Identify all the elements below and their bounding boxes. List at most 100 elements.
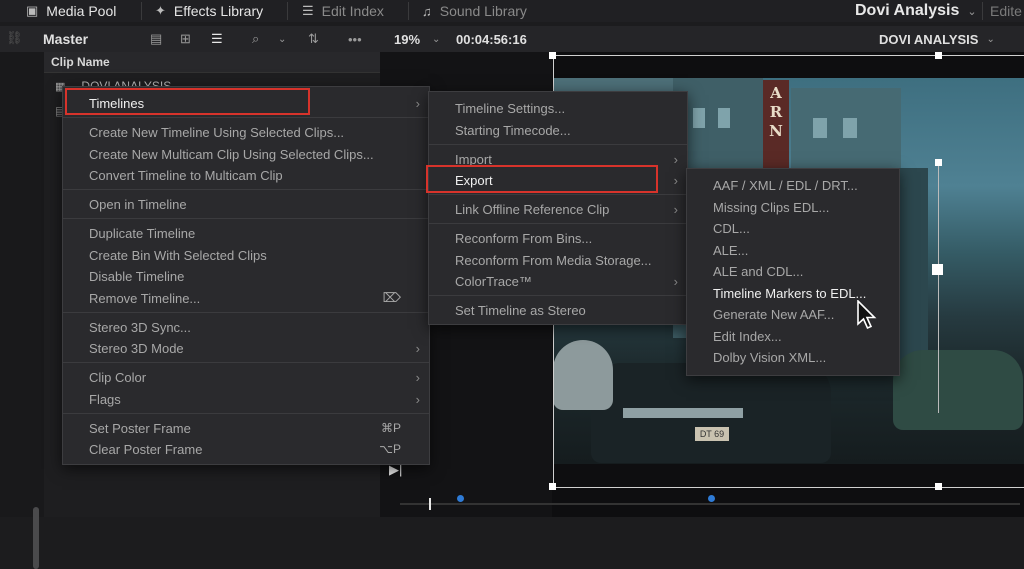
menu-item-label: Clear Poster Frame (89, 441, 203, 457)
playhead[interactable] (429, 498, 431, 510)
window (813, 118, 827, 138)
menu-item-stereo-sync[interactable]: Stereo 3D Sync... (63, 317, 429, 337)
menu-item-convert-multicam[interactable]: Convert Timeline to Multicam Clip (63, 165, 429, 185)
keyboard-shortcut: ⌘P (380, 421, 401, 435)
menu-item-stereo-mode[interactable]: Stereo 3D Mode › (63, 338, 429, 358)
effects-library-tab[interactable]: ✦ Effects Library (155, 0, 263, 22)
menu-item-label: Clip Color (89, 369, 147, 385)
transform-handle[interactable] (935, 483, 942, 490)
edit-index-label: Edit Index (321, 3, 384, 19)
metadata-view-icon[interactable]: ▤ (150, 26, 162, 52)
menu-item-label: Duplicate Timeline (89, 225, 196, 241)
project-name-dropdown[interactable]: Dovi Analysis ⌄ (855, 0, 977, 22)
menu-item-reconform-bins[interactable]: Reconform From Bins... (429, 228, 687, 248)
effects-library-label: Effects Library (173, 3, 264, 19)
chevron-down-icon: ⌄ (432, 33, 441, 45)
window (843, 118, 857, 138)
menu-item-label: Edit Index... (713, 328, 782, 344)
edit-index-tab[interactable]: ☰ Edit Index (302, 0, 384, 22)
timeline-scrubber[interactable] (400, 503, 1020, 505)
menu-item-clear-poster-frame[interactable]: Clear Poster Frame ⌥P (63, 439, 429, 459)
car-bumper (623, 408, 743, 418)
thumbnail-view-icon[interactable]: ⊞ (180, 26, 191, 52)
menu-separator (429, 223, 687, 224)
menu-item-label: Generate New AAF... (713, 306, 835, 322)
menu-item-ale[interactable]: ALE... (687, 240, 899, 260)
menu-item-set-poster-frame[interactable]: Set Poster Frame ⌘P (63, 418, 429, 438)
link-icon[interactable]: ⛓ (6, 30, 23, 46)
menu-item-remove-timeline[interactable]: Remove Timeline... ⌦ (63, 288, 429, 308)
search-icon[interactable]: ⌕ (252, 26, 259, 52)
menu-item-colortrace[interactable]: ColorTrace™ › (429, 271, 687, 291)
clip-name-column-header[interactable]: Clip Name (44, 52, 380, 73)
menu-item-duplicate-timeline[interactable]: Duplicate Timeline (63, 223, 429, 243)
menu-item-set-stereo[interactable]: Set Timeline as Stereo (429, 300, 687, 320)
menu-item-aaf-xml-edl[interactable]: AAF / XML / EDL / DRT... (687, 175, 899, 195)
menu-item-timeline-settings[interactable]: Timeline Settings... (429, 98, 687, 118)
transform-handle[interactable] (549, 483, 556, 490)
menu-item-flags[interactable]: Flags › (63, 389, 429, 409)
transform-handle[interactable] (935, 159, 942, 166)
sign-letter: A (770, 84, 782, 102)
menu-item-label: CDL... (713, 220, 750, 236)
timeline-marker[interactable] (457, 495, 464, 502)
menu-item-label: Missing Clips EDL... (713, 199, 830, 215)
sound-library-tab[interactable]: ♫ Sound Library (422, 0, 527, 22)
more-options-icon[interactable]: ••• (348, 26, 362, 52)
menu-item-label: Link Offline Reference Clip (455, 201, 610, 217)
menu-item-label: Disable Timeline (89, 268, 185, 284)
menu-separator (429, 194, 687, 195)
menu-item-label: Create Bin With Selected Clips (89, 247, 267, 263)
menu-item-create-multicam[interactable]: Create New Multicam Clip Using Selected … (63, 144, 429, 164)
bin-tree-panel (0, 52, 44, 569)
menu-item-disable-timeline[interactable]: Disable Timeline (63, 266, 429, 286)
menu-item-label: ALE and CDL... (713, 263, 804, 279)
divider (982, 2, 983, 20)
menu-item-label: AAF / XML / EDL / DRT... (713, 177, 858, 193)
menu-item-ale-and-cdl[interactable]: ALE and CDL... (687, 261, 899, 281)
menu-item-create-bin[interactable]: Create Bin With Selected Clips (63, 245, 429, 265)
chevron-right-icon: › (415, 391, 420, 407)
menu-item-dolby-vision-xml[interactable]: Dolby Vision XML... (687, 347, 899, 367)
menu-item-missing-clips-edl[interactable]: Missing Clips EDL... (687, 197, 899, 217)
menu-item-label: ColorTrace™ (455, 273, 532, 289)
effects-wand-icon: ✦ (155, 3, 166, 18)
menu-item-label: Create New Multicam Clip Using Selected … (89, 146, 374, 162)
menu-separator (63, 362, 429, 363)
list-icon: ☰ (302, 3, 314, 18)
menu-item-label: ALE... (713, 242, 749, 258)
column-header-label: Clip Name (51, 55, 110, 69)
media-pool-label: Media Pool (46, 3, 117, 19)
menu-item-link-offline-reference[interactable]: Link Offline Reference Clip › (429, 199, 687, 219)
menu-item-open-in-timeline[interactable]: Open in Timeline (63, 194, 429, 214)
window (693, 108, 705, 128)
license-plate: DT 69 (695, 427, 729, 441)
transform-handle[interactable] (935, 52, 942, 59)
transform-handle[interactable] (932, 264, 943, 275)
chevron-down-icon: ⌄ (967, 5, 977, 18)
menu-item-clip-color[interactable]: Clip Color › (63, 367, 429, 387)
menu-item-create-new-timeline[interactable]: Create New Timeline Using Selected Clips… (63, 122, 429, 142)
media-pool-tab[interactable]: ▣ Media Pool (26, 0, 116, 22)
timeline-marker[interactable] (708, 495, 715, 502)
chevron-down-icon[interactable]: ⌄ (278, 26, 286, 52)
menu-item-label: Starting Timecode... (455, 122, 571, 138)
menu-item-reconform-media-storage[interactable]: Reconform From Media Storage... (429, 250, 687, 270)
chevron-right-icon: › (415, 340, 420, 356)
menu-item-label: Dolby Vision XML... (713, 349, 827, 365)
bin-name[interactable]: Master (43, 26, 88, 52)
menu-item-cdl[interactable]: CDL... (687, 218, 899, 238)
sort-icon[interactable]: ⇅ (308, 26, 319, 52)
edit-page-tab[interactable]: Edite (990, 0, 1022, 22)
menu-item-label: Timeline Settings... (455, 100, 566, 116)
menu-item-label: Set Timeline as Stereo (455, 302, 586, 318)
menu-item-starting-timecode[interactable]: Starting Timecode... (429, 120, 687, 140)
list-view-icon[interactable]: ☰ (211, 26, 223, 52)
zoom-level[interactable]: 19% ⌄ (394, 26, 440, 52)
divider (141, 2, 142, 20)
menu-separator (63, 312, 429, 313)
menu-separator (63, 189, 429, 190)
scrollbar[interactable] (33, 507, 39, 569)
timeline-name-dropdown[interactable]: DOVI ANALYSIS ⌄ (879, 26, 995, 52)
transform-handle[interactable] (549, 52, 556, 59)
